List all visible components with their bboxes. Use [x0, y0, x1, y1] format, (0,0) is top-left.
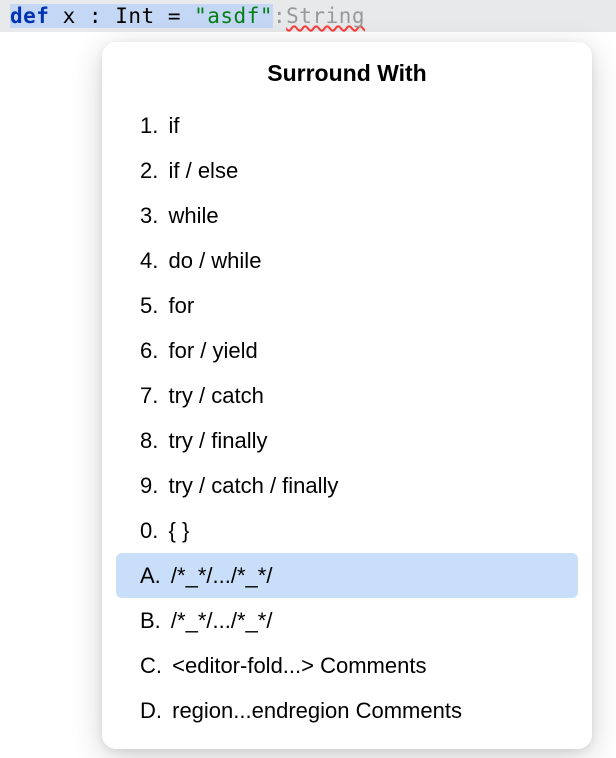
- string-literal: "asdf": [194, 4, 273, 28]
- identifier: x: [63, 4, 76, 28]
- item-key: 4.: [140, 248, 158, 273]
- type-annotation: Int: [115, 4, 154, 28]
- item-label: /*_*/.../*_*/: [171, 608, 273, 633]
- surround-with-popup: Surround With 1. if 2. if / else 3. whil…: [102, 42, 592, 749]
- item-label: for: [168, 293, 194, 318]
- item-key: D.: [140, 698, 162, 723]
- item-label: while: [168, 203, 218, 228]
- popup-item-if-else[interactable]: 2. if / else: [116, 148, 578, 193]
- item-label: do / while: [168, 248, 261, 273]
- item-key: 8.: [140, 428, 158, 453]
- item-label: <editor-fold...> Comments: [172, 653, 426, 678]
- popup-item-try-finally[interactable]: 8. try / finally: [116, 418, 578, 463]
- popup-item-editor-fold[interactable]: C. <editor-fold...> Comments: [116, 643, 578, 688]
- item-key: 6.: [140, 338, 158, 363]
- item-key: 3.: [140, 203, 158, 228]
- item-key: C.: [140, 653, 162, 678]
- item-label: /*_*/.../*_*/: [171, 563, 273, 588]
- popup-item-braces[interactable]: 0. { }: [116, 508, 578, 553]
- item-key: 5.: [140, 293, 158, 318]
- code-editor-line[interactable]: def x : Int = "asdf" : String: [0, 0, 616, 32]
- popup-item-comment-b[interactable]: B. /*_*/.../*_*/: [116, 598, 578, 643]
- item-key: 2.: [140, 158, 158, 183]
- popup-item-do-while[interactable]: 4. do / while: [116, 238, 578, 283]
- popup-item-region[interactable]: D. region...endregion Comments: [116, 688, 578, 733]
- equals: =: [168, 4, 181, 28]
- item-key: 0.: [140, 518, 158, 543]
- keyword-def: def: [10, 4, 49, 28]
- popup-title: Surround With: [116, 60, 578, 87]
- popup-item-for-yield[interactable]: 6. for / yield: [116, 328, 578, 373]
- item-label: try / catch / finally: [168, 473, 338, 498]
- item-label: if / else: [168, 158, 238, 183]
- item-key: 7.: [140, 383, 158, 408]
- item-label: for / yield: [168, 338, 257, 363]
- popup-item-while[interactable]: 3. while: [116, 193, 578, 238]
- item-key: 9.: [140, 473, 158, 498]
- code-selection: def x : Int = "asdf": [10, 4, 273, 28]
- item-key: B.: [140, 608, 161, 633]
- item-key: 1.: [140, 113, 158, 138]
- item-key: A.: [140, 563, 161, 588]
- type-hint-colon: :: [273, 4, 286, 28]
- popup-item-try-catch[interactable]: 7. try / catch: [116, 373, 578, 418]
- colon: :: [89, 4, 102, 28]
- item-label: { }: [168, 518, 189, 543]
- popup-item-comment-a[interactable]: A. /*_*/.../*_*/: [116, 553, 578, 598]
- popup-item-if[interactable]: 1. if: [116, 103, 578, 148]
- item-label: if: [168, 113, 179, 138]
- item-label: region...endregion Comments: [172, 698, 462, 723]
- item-label: try / finally: [168, 428, 267, 453]
- popup-item-for[interactable]: 5. for: [116, 283, 578, 328]
- popup-item-try-catch-finally[interactable]: 9. try / catch / finally: [116, 463, 578, 508]
- item-label: try / catch: [168, 383, 263, 408]
- popup-list: 1. if 2. if / else 3. while 4. do / whil…: [116, 103, 578, 733]
- type-hint-type: String: [286, 4, 365, 28]
